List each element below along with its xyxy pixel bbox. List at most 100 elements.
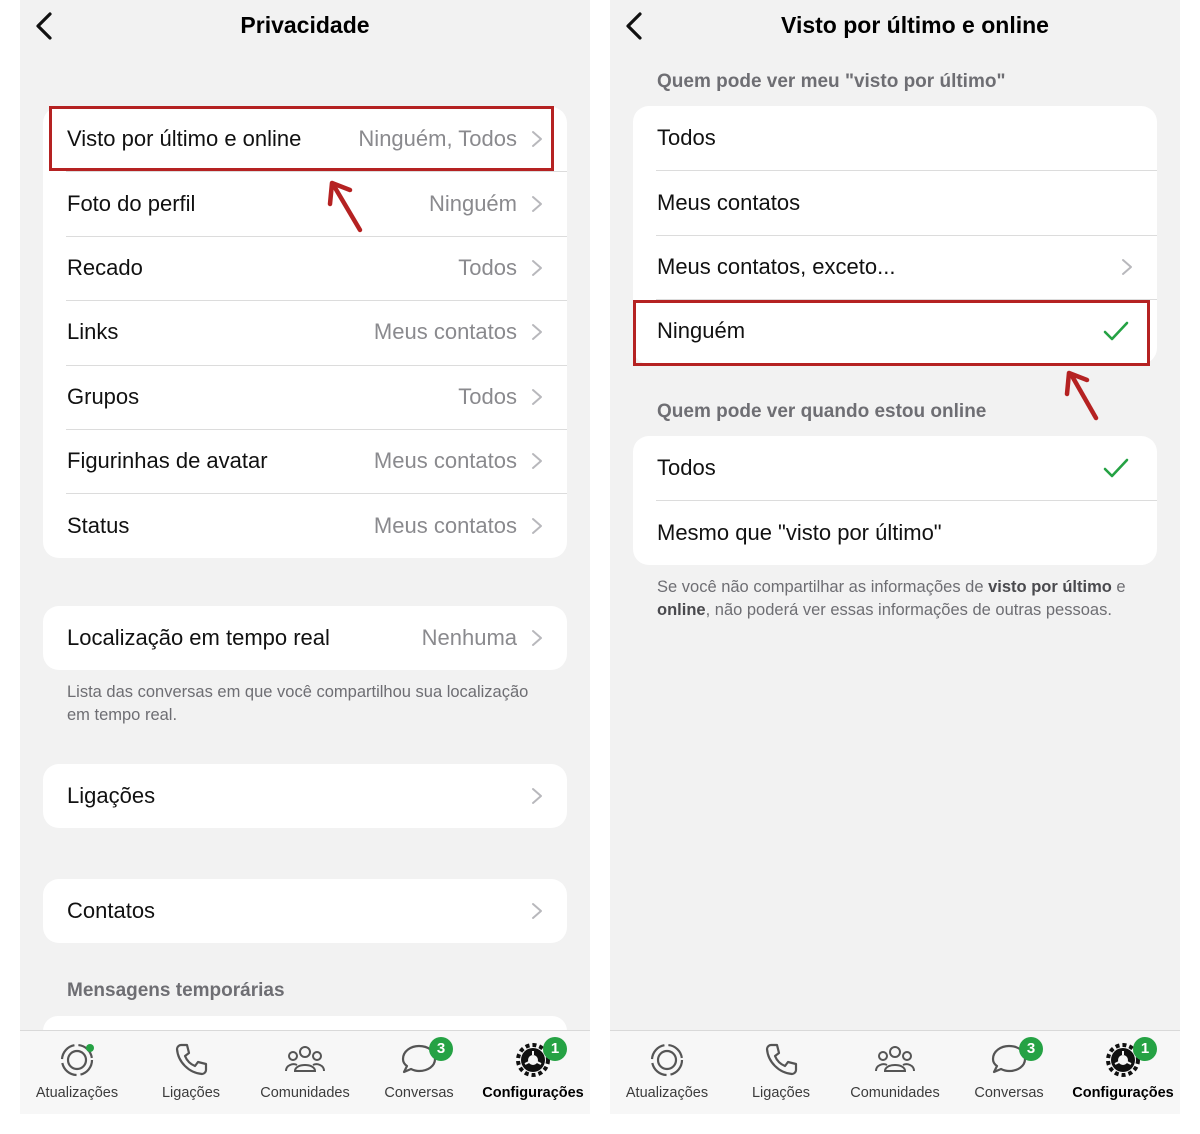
row-label: Figurinhas de avatar (67, 448, 268, 474)
live-location-card: Localização em tempo real Nenhuma (43, 606, 567, 671)
row-value: Ninguém, Todos (358, 126, 517, 152)
tab-communities[interactable]: Comunidades (248, 1031, 362, 1114)
tab-label: Comunidades (260, 1085, 350, 1101)
calls-card: Ligações (43, 764, 567, 829)
row-groups[interactable]: Grupos Todos (43, 364, 567, 429)
option-nobody[interactable]: Ninguém (633, 299, 1157, 363)
tab-label: Atualizações (625, 1085, 709, 1101)
row-value: Meus contatos (373, 512, 517, 538)
chats-badge: 3 (429, 1037, 453, 1061)
row-label: Status (67, 512, 130, 538)
option-label: Ninguém (657, 318, 746, 344)
row-value: Ninguém (428, 190, 517, 216)
row-value: Meus contatos (373, 319, 517, 345)
tab-bar: Atualizações Ligações Comunidades 3 Conv… (20, 1030, 590, 1114)
chevron-right-icon (532, 903, 542, 920)
row-label: Localização em tempo real (67, 625, 330, 651)
tab-settings[interactable]: 1 Configurações (476, 1031, 590, 1114)
tab-settings[interactable]: 1 Configurações (1066, 1031, 1180, 1114)
footnote-bold-text: visto por último (988, 578, 1112, 596)
tab-bar: Atualizações Ligações Comunidades 3 Conv… (610, 1030, 1180, 1114)
option-my-contacts[interactable]: Meus contatos (633, 170, 1157, 234)
navigation-bar: Privacidade (20, 0, 590, 52)
footnote-text: Se você não compartilhar as informações … (657, 578, 989, 596)
settings-badge: 1 (1133, 1037, 1157, 1061)
tab-calls[interactable]: Ligações (134, 1031, 248, 1114)
chevron-right-icon (532, 453, 542, 470)
page-title: Visto por último e online (781, 12, 1049, 38)
option-same-as-last-seen[interactable]: Mesmo que "visto por último" (633, 500, 1157, 564)
footnote-text: e (1111, 578, 1126, 596)
privacy-footnote: Se você não compartilhar as informações … (657, 576, 1127, 622)
tab-updates[interactable]: Atualizações (20, 1031, 134, 1114)
row-value: Todos (458, 383, 517, 409)
option-my-contacts-except[interactable]: Meus contatos, exceto... (633, 234, 1157, 299)
tab-label: Comunidades (850, 1085, 940, 1101)
contacts-card: Contatos (43, 879, 567, 944)
settings-badge: 1 (543, 1037, 567, 1061)
communities-icon (285, 1046, 325, 1072)
tab-label: Atualizações (35, 1085, 119, 1101)
tab-communities[interactable]: Comunidades (838, 1031, 952, 1114)
row-label: Foto do perfil (67, 190, 196, 216)
checkmark-icon (1103, 322, 1129, 341)
row-links[interactable]: Links Meus contatos (43, 300, 567, 364)
option-online-everyone[interactable]: Todos (633, 436, 1157, 500)
privacy-screen: Privacidade Visto por último e online Ni… (20, 0, 590, 1114)
chevron-right-icon (1122, 258, 1132, 275)
row-profile-photo[interactable]: Foto do perfil Ninguém (43, 171, 567, 235)
option-label: Mesmo que "visto por último" (657, 519, 942, 545)
tab-chats[interactable]: 3 Conversas (952, 1031, 1066, 1114)
page-title: Privacidade (240, 12, 370, 38)
last-seen-header: Quem pode ver meu "visto por último" (657, 71, 1006, 92)
row-label: Ligações (67, 783, 156, 809)
option-everyone[interactable]: Todos (633, 106, 1157, 170)
privacy-settings-list: Visto por último e online Ninguém, Todos… (43, 107, 567, 558)
footnote-bold-text: online (657, 601, 706, 619)
row-last-seen-online[interactable]: Visto por último e online Ninguém, Todos (43, 107, 567, 171)
tab-label: Ligações (751, 1085, 811, 1101)
row-avatar-stickers[interactable]: Figurinhas de avatar Meus contatos (43, 428, 567, 493)
row-status[interactable]: Status Meus contatos (43, 493, 567, 557)
row-value: Nenhuma (421, 625, 517, 651)
tab-updates[interactable]: Atualizações (610, 1031, 724, 1114)
navigation-bar: Visto por último e online (610, 0, 1180, 52)
row-value: Todos (458, 254, 517, 280)
footnote-text: , não poderá ver essas informações de ou… (705, 601, 1112, 619)
last-seen-screen: Visto por último e online Quem pode ver … (610, 0, 1180, 1114)
row-calls[interactable]: Ligações (43, 764, 567, 828)
row-about[interactable]: Recado Todos (43, 235, 567, 300)
tab-chats[interactable]: 3 Conversas (362, 1031, 476, 1114)
tab-label: Conversas (974, 1085, 1044, 1101)
chevron-right-icon (532, 195, 542, 212)
option-label: Meus contatos (657, 189, 801, 215)
chevron-right-icon (532, 131, 542, 148)
online-options: Todos Mesmo que "visto por último" (633, 436, 1157, 565)
last-seen-options: Todos Meus contatos Meus contatos, excet… (633, 106, 1157, 364)
row-label: Links (67, 319, 119, 345)
tab-label: Configurações (482, 1085, 584, 1101)
chevron-right-icon (532, 517, 542, 534)
annotation-arrow-icon (1064, 370, 1099, 421)
updates-icon (650, 1043, 684, 1077)
chevron-right-icon (532, 388, 542, 405)
tab-label: Conversas (384, 1085, 454, 1101)
row-contacts[interactable]: Contatos (43, 879, 567, 943)
row-label: Grupos (67, 383, 140, 409)
phone-icon (765, 1043, 798, 1076)
chevron-right-icon (532, 630, 542, 647)
phone-icon (175, 1043, 208, 1076)
row-label: Recado (67, 254, 143, 280)
chevron-right-icon (532, 324, 542, 341)
row-live-location[interactable]: Localização em tempo real Nenhuma (43, 606, 567, 670)
option-label: Meus contatos, exceto... (657, 253, 896, 279)
checkmark-icon (1103, 458, 1129, 478)
back-chevron-icon[interactable] (620, 10, 650, 42)
chevron-right-icon (532, 788, 542, 805)
chats-badge: 3 (1019, 1037, 1043, 1061)
online-header: Quem pode ver quando estou online (657, 401, 987, 422)
option-label: Todos (657, 455, 716, 481)
row-value: Meus contatos (373, 448, 517, 474)
tab-calls[interactable]: Ligações (724, 1031, 838, 1114)
tab-label: Ligações (161, 1085, 221, 1101)
